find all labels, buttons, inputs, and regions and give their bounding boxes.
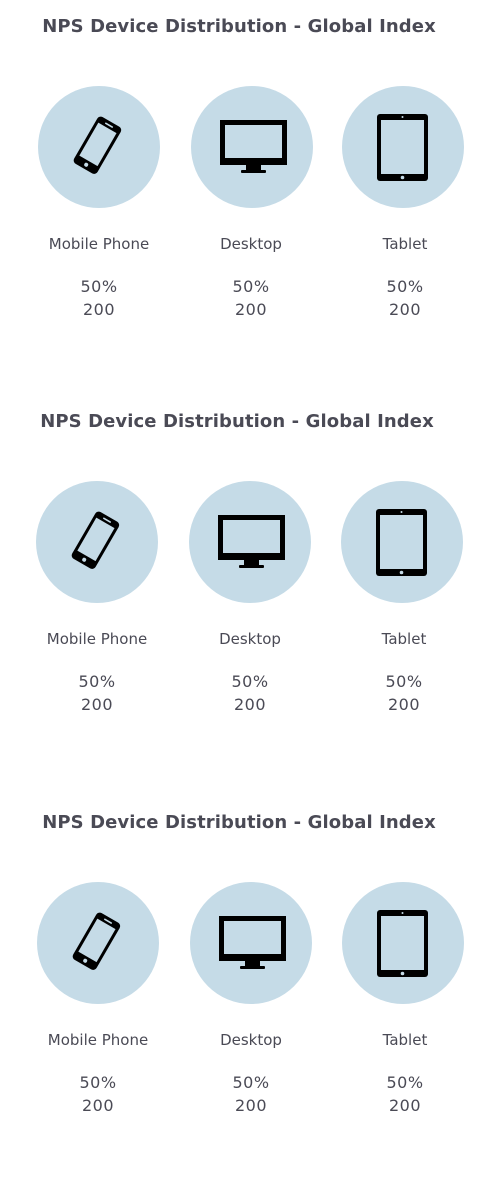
device-percent: 50% [80,277,118,296]
mobile-phone-icon [71,511,120,569]
device-count: 200 [388,300,422,319]
device-count: 200 [387,695,421,714]
panel-title: NPS Device Distribution - Global Index [42,16,436,37]
device-percent: 50% [232,277,270,296]
mobile-phone-circle [36,481,158,603]
desktop-circle [191,86,313,208]
device-count: 200 [234,300,268,319]
device-count: 200 [81,1096,115,1115]
desktop-circle [189,481,311,603]
device-count: 200 [233,695,267,714]
desktop-monitor-icon [220,120,287,173]
device-count: 200 [80,695,114,714]
device-distribution-panel-3: NPS Device Distribution - Global Index M… [0,798,500,1178]
mobile-phone-circle [37,882,159,1004]
panel-title: NPS Device Distribution - Global Index [40,411,434,432]
device-percent: 50% [79,1073,117,1092]
device-percent: 50% [232,1073,270,1092]
device-label: Tablet [382,235,428,253]
tablet-circle [342,86,464,208]
device-distribution-panel-2: NPS Device Distribution - Global Index M… [0,397,500,777]
device-count: 200 [234,1096,268,1115]
tablet-icon [377,910,428,977]
tablet-circle [341,481,463,603]
device-percent: 50% [78,672,116,691]
device-label: Desktop [219,630,281,648]
device-label: Tablet [382,1031,428,1049]
device-label: Desktop [220,1031,282,1049]
device-percent: 50% [231,672,269,691]
tablet-icon [377,114,428,181]
device-percent: 50% [385,672,423,691]
device-label: Desktop [220,235,282,253]
mobile-phone-circle [38,86,160,208]
panel-title: NPS Device Distribution - Global Index [42,812,436,833]
device-count: 200 [82,300,116,319]
mobile-phone-icon [73,116,122,174]
device-label: Tablet [381,630,427,648]
desktop-circle [190,882,312,1004]
desktop-monitor-icon [218,515,285,568]
mobile-phone-icon [72,912,121,970]
tablet-circle [342,882,464,1004]
device-percent: 50% [386,1073,424,1092]
device-label: Mobile Phone [48,235,150,253]
desktop-monitor-icon [219,916,286,969]
tablet-icon [376,509,427,576]
device-distribution-panel-1: NPS Device Distribution - Global Index M… [0,2,500,382]
device-percent: 50% [386,277,424,296]
device-label: Mobile Phone [46,630,148,648]
device-label: Mobile Phone [47,1031,149,1049]
device-count: 200 [388,1096,422,1115]
